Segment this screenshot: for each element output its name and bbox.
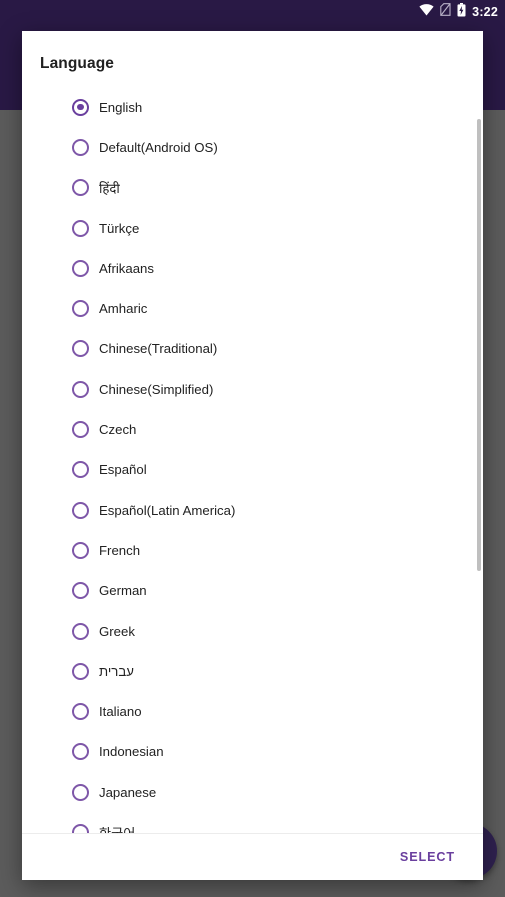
language-option-row[interactable]: Chinese(Simplified)	[22, 369, 483, 409]
radio-button[interactable]	[72, 823, 89, 833]
language-option-row[interactable]: 한국어	[22, 812, 483, 833]
radio-button[interactable]	[72, 461, 89, 479]
radio-button[interactable]	[72, 703, 89, 721]
language-option-row[interactable]: Japanese	[22, 772, 483, 812]
language-option-row[interactable]: Indonesian	[22, 732, 483, 772]
radio-button[interactable]	[72, 541, 89, 559]
language-option-label: Chinese(Simplified)	[99, 381, 214, 397]
language-option-label: French	[99, 542, 141, 558]
language-option-row[interactable]: Chinese(Traditional)	[22, 329, 483, 369]
radio-button[interactable]	[72, 179, 89, 197]
language-option-row[interactable]: हिंदी	[22, 168, 483, 208]
language-option-label: Indonesian	[99, 744, 164, 760]
radio-button[interactable]	[72, 340, 89, 358]
radio-button[interactable]	[72, 783, 89, 801]
language-option-label: Greek	[99, 623, 135, 639]
language-option-row[interactable]: Italiano	[22, 691, 483, 731]
language-option-row[interactable]: German	[22, 571, 483, 611]
language-option-label: Türkçe	[99, 220, 140, 236]
language-option-label: 한국어	[99, 823, 135, 833]
language-selection-dialog: Language English Default(Android OS) हिंदी…	[22, 31, 483, 880]
language-option-row[interactable]: Español	[22, 450, 483, 490]
radio-button[interactable]	[72, 743, 89, 761]
language-option-label: עברית	[99, 663, 134, 679]
language-option-label: Default(Android OS)	[99, 139, 218, 155]
language-option-row[interactable]: Español(Latin America)	[22, 490, 483, 530]
radio-button[interactable]	[72, 662, 89, 680]
language-option-label: Afrikaans	[99, 260, 154, 276]
list-scrollbar[interactable]	[477, 87, 481, 833]
language-option-row[interactable]: עברית	[22, 651, 483, 691]
radio-button[interactable]	[72, 501, 89, 519]
radio-button[interactable]	[72, 622, 89, 640]
language-option-label: Amharic	[99, 301, 148, 317]
radio-button[interactable]	[72, 219, 89, 237]
language-option-label: English	[99, 99, 143, 115]
language-option-row[interactable]: Default(Android OS)	[22, 127, 483, 167]
status-bar-clock: 3:22	[472, 5, 498, 19]
dialog-footer: SELECT	[22, 833, 483, 880]
battery-charging-icon	[457, 2, 466, 22]
select-button[interactable]: SELECT	[392, 844, 463, 870]
language-option-row[interactable]: Greek	[22, 611, 483, 651]
language-option-row[interactable]: Amharic	[22, 288, 483, 328]
list-scrollbar-thumb[interactable]	[477, 119, 481, 571]
radio-button[interactable]	[72, 421, 89, 439]
language-option-label: German	[99, 583, 147, 599]
radio-button[interactable]	[72, 138, 89, 156]
language-option-label: Español(Latin America)	[99, 502, 236, 518]
language-option-label: Español	[99, 462, 147, 478]
language-option-row[interactable]: French	[22, 530, 483, 570]
radio-button[interactable]	[72, 582, 89, 600]
language-option-label: Chinese(Traditional)	[99, 341, 218, 357]
radio-button[interactable]	[72, 380, 89, 398]
language-list-wrapper: English Default(Android OS) हिंदी Türkçe Afr…	[22, 87, 483, 833]
language-option-row[interactable]: Türkçe	[22, 208, 483, 248]
language-option-label: Czech	[99, 422, 137, 438]
language-option-row[interactable]: English	[22, 87, 483, 127]
radio-button[interactable]	[72, 300, 89, 318]
no-sim-icon	[440, 3, 451, 21]
dialog-title: Language	[40, 55, 115, 72]
language-list[interactable]: English Default(Android OS) हिंदी Türkçe Afr…	[22, 87, 483, 833]
wifi-icon	[419, 3, 434, 21]
language-option-label: Japanese	[99, 784, 157, 800]
radio-button[interactable]	[72, 259, 89, 277]
language-option-label: हिंदी	[99, 180, 120, 196]
language-option-row[interactable]: Czech	[22, 409, 483, 449]
language-option-row[interactable]: Afrikaans	[22, 248, 483, 288]
status-bar: 3:22	[0, 0, 505, 24]
language-option-label: Italiano	[99, 704, 142, 720]
radio-button-selected[interactable]	[72, 98, 89, 116]
